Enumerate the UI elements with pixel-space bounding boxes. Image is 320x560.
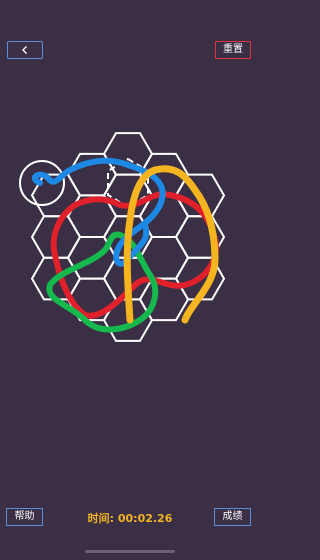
score-button[interactable]: 成绩 [214, 508, 251, 526]
home-indicator [85, 550, 175, 553]
timer-label: 时间: [87, 512, 115, 525]
help-button[interactable]: 帮助 [6, 508, 43, 526]
hex-board [19, 132, 226, 342]
timer: 时间: 00:02.26 [80, 510, 180, 526]
timer-value: 00:02.26 [117, 512, 173, 525]
